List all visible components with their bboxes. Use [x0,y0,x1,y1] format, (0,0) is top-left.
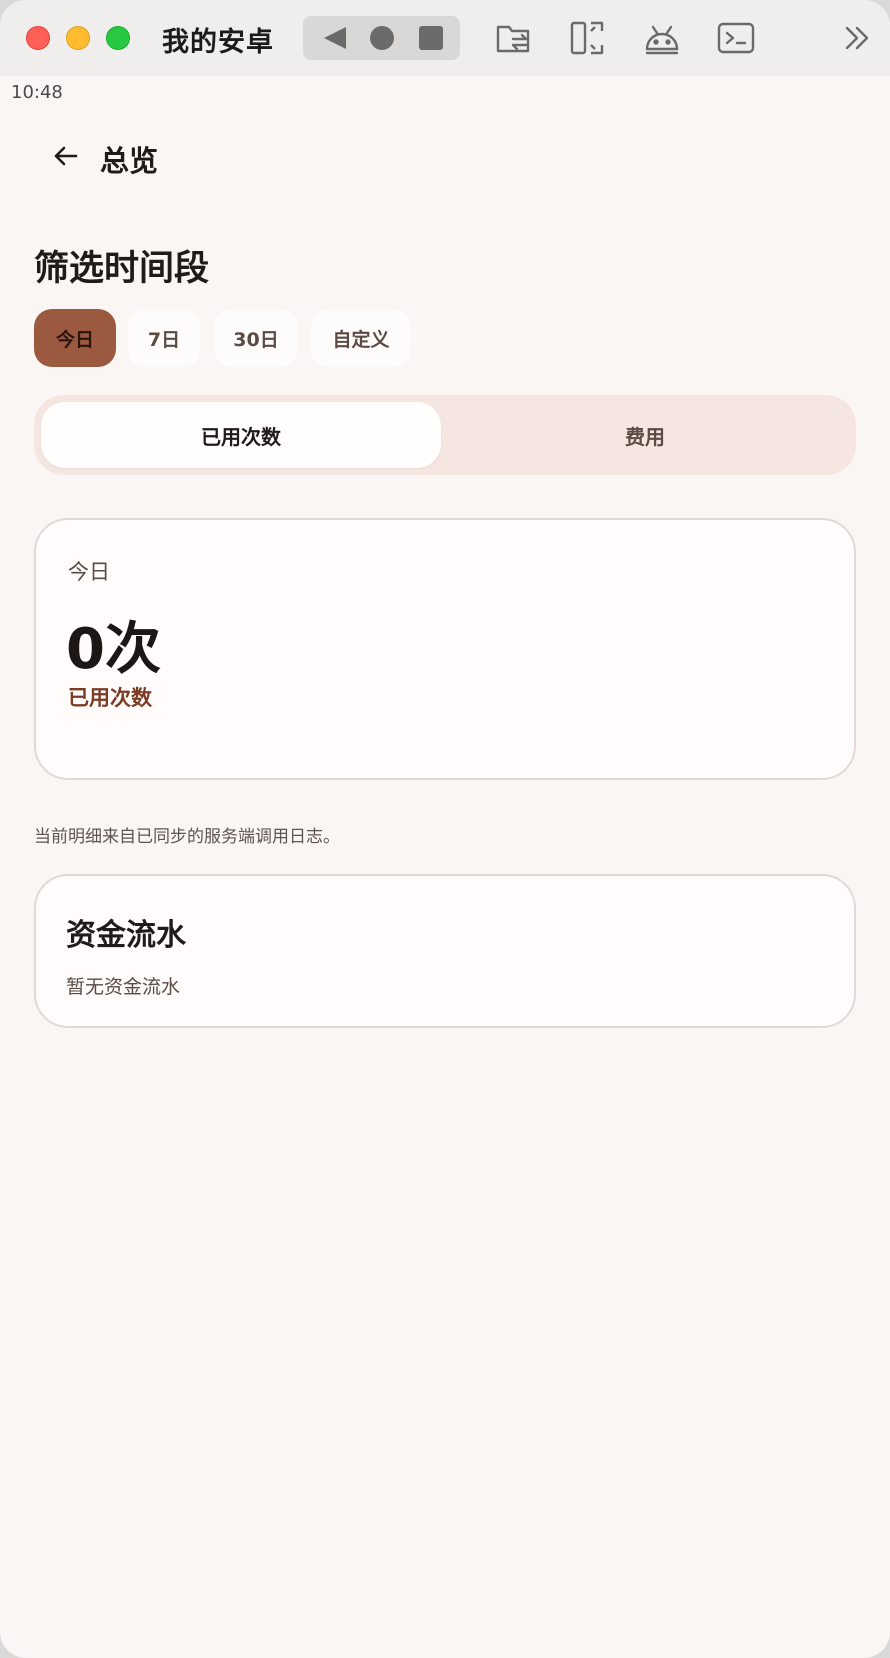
stat-value: 0次 [66,617,161,682]
split-screen-icon [570,21,604,55]
fund-flow-title: 资金流水 [66,918,186,953]
device-home-button[interactable] [358,16,406,60]
square-recents-icon [419,26,443,50]
usage-stat-card: 今日 0次 已用次数 [34,518,856,780]
more-tools-button[interactable] [838,18,878,58]
back-button[interactable] [50,140,82,172]
file-transfer-button[interactable] [494,18,534,58]
triangle-back-icon [324,27,346,49]
device-nav-group [303,16,460,60]
split-screen-button[interactable] [568,18,608,58]
stat-label: 已用次数 [68,686,152,710]
page-title: 总览 [100,144,159,178]
chevron-double-right-icon [845,26,869,50]
app-window: 我的安卓 10:48 总览 筛选时间段 今日 7日 30日 自定义 已用次数 费… [0,0,890,1658]
arrow-left-icon [54,146,78,166]
device-back-button[interactable] [311,16,359,60]
data-source-note: 当前明细来自已同步的服务端调用日志。 [34,827,340,847]
terminal-icon [717,22,755,54]
segment-cost[interactable]: 费用 [441,402,849,468]
chip-30-days[interactable]: 30日 [214,309,298,367]
metric-segmented-control: 已用次数 费用 [34,395,856,475]
chip-custom[interactable]: 自定义 [311,309,411,367]
segment-usage-count[interactable]: 已用次数 [41,402,441,468]
close-window-button[interactable] [26,26,50,50]
circle-home-icon [370,26,394,50]
folder-transfer-icon [496,25,530,53]
fund-flow-card: 资金流水 暂无资金流水 [34,874,856,1028]
android-button[interactable] [642,18,682,58]
window-title: 我的安卓 [162,27,274,58]
maximize-window-button[interactable] [106,26,130,50]
fund-flow-empty-text: 暂无资金流水 [66,976,181,998]
android-icon [645,25,679,55]
stat-period: 今日 [68,560,110,584]
chip-7-days[interactable]: 7日 [128,309,200,367]
minimize-window-button[interactable] [66,26,90,50]
status-bar-time: 10:48 [11,82,63,103]
device-recents-button[interactable] [407,16,455,60]
terminal-button[interactable] [716,18,756,58]
title-bar: 我的安卓 [0,0,890,76]
chip-today[interactable]: 今日 [34,309,116,367]
filter-title: 筛选时间段 [34,249,210,289]
